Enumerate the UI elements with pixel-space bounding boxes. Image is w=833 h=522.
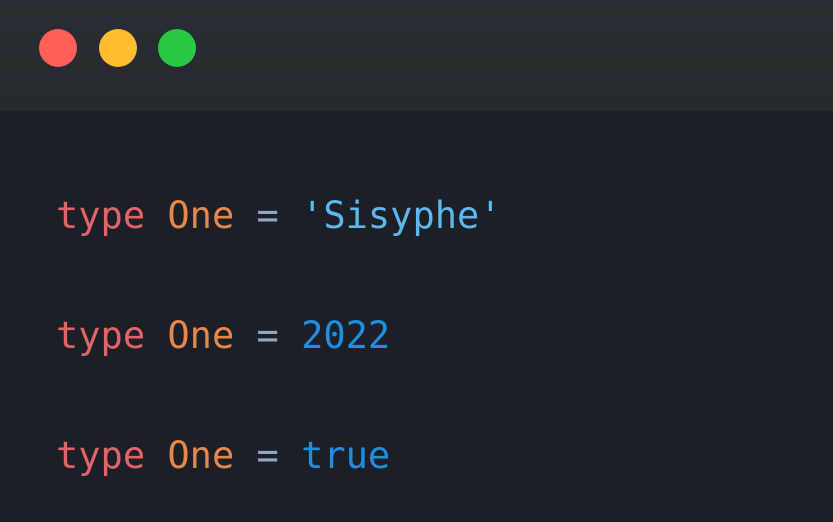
keyword-token: type [56, 434, 146, 477]
number-literal: 2022 [301, 314, 391, 357]
code-editor: type One = 'Sisyphe' type One = 2022 typ… [0, 112, 833, 522]
keyword-token: type [56, 194, 146, 237]
boolean-literal: true [301, 434, 391, 477]
keyword-token: type [56, 314, 146, 357]
type-name-token: One [167, 314, 235, 357]
type-name-token: One [167, 434, 235, 477]
minimize-window-button[interactable] [99, 29, 137, 67]
window-titlebar [0, 0, 833, 112]
string-literal: 'Sisyphe' [301, 194, 502, 237]
code-line: type One = 2022 [56, 312, 390, 360]
assignment-operator: = [256, 314, 279, 357]
assignment-operator: = [256, 434, 279, 477]
type-name-token: One [167, 194, 235, 237]
maximize-window-button[interactable] [158, 29, 196, 67]
code-line: type One = 'Sisyphe' [56, 192, 502, 240]
code-window: type One = 'Sisyphe' type One = 2022 typ… [0, 0, 833, 522]
assignment-operator: = [256, 194, 279, 237]
code-line: type One = true [56, 432, 390, 480]
close-window-button[interactable] [39, 29, 77, 67]
